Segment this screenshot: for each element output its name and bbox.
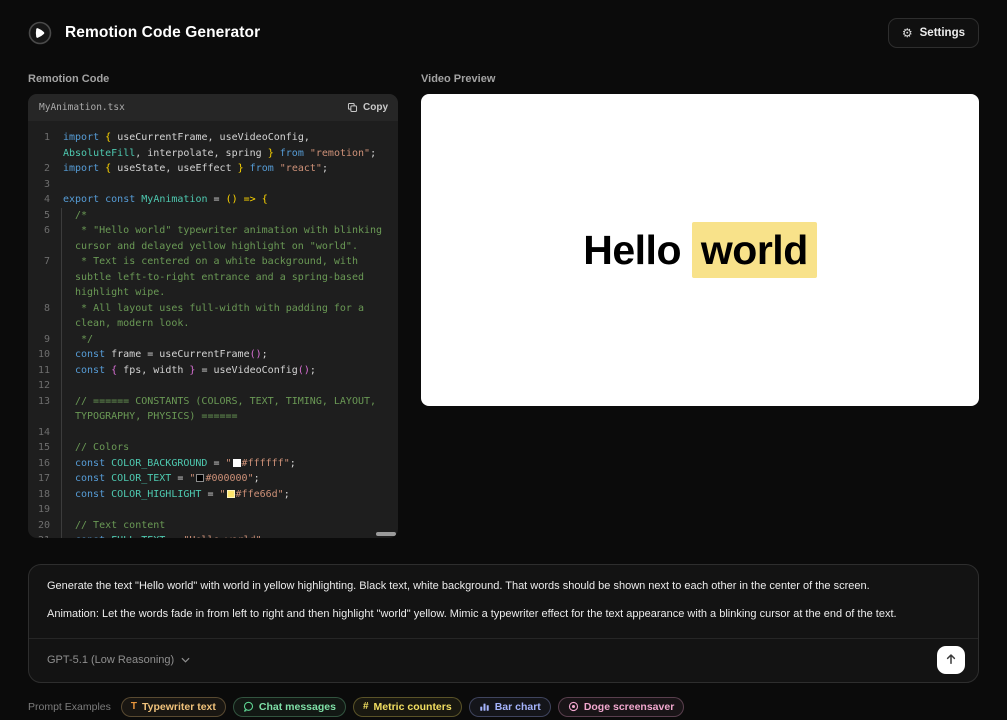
copy-button-label: Copy	[363, 102, 388, 113]
example-pill-metric-counters[interactable]: # Metric counters	[353, 697, 462, 717]
code-lines: 1import { useCurrentFrame, useVideoConfi…	[28, 130, 398, 538]
code-line: 18const COLOR_HIGHLIGHT = "#ffe66d";	[28, 487, 398, 503]
line-number: 13	[28, 394, 58, 425]
settings-button-label: Settings	[920, 27, 965, 39]
code-line: 5/*	[28, 208, 398, 224]
code-line: 13// ====== CONSTANTS (COLORS, TEXT, TIM…	[28, 394, 398, 425]
line-number: 15	[28, 440, 58, 456]
settings-button[interactable]: ⚙ Settings	[888, 18, 979, 48]
code-editor[interactable]: 1import { useCurrentFrame, useVideoConfi…	[28, 121, 398, 538]
hash-icon: #	[363, 702, 369, 712]
example-pill-typewriter-text[interactable]: T Typewriter text	[121, 697, 226, 717]
line-number: 20	[28, 518, 58, 534]
example-pill-label: Doge screensaver	[584, 701, 674, 713]
line-number: 9	[28, 332, 58, 348]
color-swatch-icon	[196, 474, 204, 482]
code-line: 16const COLOR_BACKGROUND = "#ffffff";	[28, 456, 398, 472]
model-selector-label: GPT-5.1 (Low Reasoning)	[47, 654, 174, 666]
code-line: 7 * Text is centered on a white backgrou…	[28, 254, 398, 301]
line-number: 19	[28, 502, 58, 518]
prompt-examples: Prompt Examples T Typewriter text Chat mes…	[28, 697, 979, 717]
code-line: 11const { fps, width } = useVideoConfig(…	[28, 363, 398, 379]
prompt-examples-label: Prompt Examples	[28, 701, 111, 713]
chevron-down-icon	[181, 654, 190, 666]
doge-circle-icon	[568, 701, 579, 712]
example-pill-chat-messages[interactable]: Chat messages	[233, 697, 346, 717]
line-number: 4	[28, 192, 58, 208]
line-number: 18	[28, 487, 58, 503]
example-pill-bar-chart[interactable]: Bar chart	[469, 697, 551, 717]
prompt-input[interactable]: Generate the text "Hello world" with wor…	[29, 565, 978, 638]
code-line: 10const frame = useCurrentFrame();	[28, 347, 398, 363]
arrow-up-icon	[944, 652, 958, 669]
main-content: Remotion Code MyAnimation.tsx Copy 1impo…	[0, 73, 1007, 538]
code-line: 4export const MyAnimation = () => {	[28, 192, 398, 208]
video-preview: Hello world	[421, 94, 979, 406]
code-section-label: Remotion Code	[28, 73, 398, 85]
preview-section-label: Video Preview	[421, 73, 979, 85]
prompt-card: Generate the text "Hello world" with wor…	[28, 564, 979, 683]
code-line: 19	[28, 502, 398, 518]
code-line: 21const FULL_TEXT = "Hello world";	[28, 533, 398, 538]
bar-chart-icon	[479, 701, 490, 712]
gear-icon: ⚙	[902, 27, 913, 39]
code-line: 2import { useState, useEffect } from "re…	[28, 161, 398, 177]
prompt-text-line-2: Animation: Let the words fade in from le…	[47, 607, 960, 622]
example-pill-doge-screensaver[interactable]: Doge screensaver	[558, 697, 684, 717]
line-number: 14	[28, 425, 58, 441]
page-title: Remotion Code Generator	[65, 24, 260, 42]
color-swatch-icon	[227, 490, 235, 498]
code-line: 20// Text content	[28, 518, 398, 534]
line-number: 5	[28, 208, 58, 224]
preview-highlight: world	[692, 222, 817, 278]
code-line: 6 * "Hello world" typewriter animation w…	[28, 223, 398, 254]
line-number: 10	[28, 347, 58, 363]
line-number: 12	[28, 378, 58, 394]
code-section: Remotion Code MyAnimation.tsx Copy 1impo…	[28, 73, 398, 538]
code-line: 15// Colors	[28, 440, 398, 456]
chat-bubble-icon	[243, 701, 254, 712]
example-pill-label: Typewriter text	[142, 701, 216, 713]
code-line: 12	[28, 378, 398, 394]
typewriter-icon: T	[131, 702, 137, 712]
example-pill-label: Bar chart	[495, 701, 541, 713]
code-panel-header: MyAnimation.tsx Copy	[28, 94, 398, 121]
app-header: Remotion Code Generator ⚙ Settings	[0, 0, 1007, 48]
line-number: 7	[28, 254, 58, 301]
copy-icon	[347, 102, 358, 113]
line-number: 11	[28, 363, 58, 379]
line-number: 17	[28, 471, 58, 487]
line-number: 1	[28, 130, 58, 161]
code-line: 3	[28, 177, 398, 193]
code-filename: MyAnimation.tsx	[39, 102, 125, 113]
prompt-controls: GPT-5.1 (Low Reasoning)	[29, 638, 978, 682]
preview-section: Video Preview Hello world	[421, 73, 979, 538]
code-panel: MyAnimation.tsx Copy 1import { useCurren…	[28, 94, 398, 538]
preview-text: Hello world	[583, 227, 816, 274]
color-swatch-icon	[233, 459, 241, 467]
horizontal-scrollbar-thumb[interactable]	[376, 532, 396, 536]
remotion-logo-icon	[28, 21, 52, 45]
example-pill-label: Chat messages	[259, 701, 336, 713]
code-line: 9 */	[28, 332, 398, 348]
preview-plain-text: Hello	[583, 227, 681, 273]
code-line: 1import { useCurrentFrame, useVideoConfi…	[28, 130, 398, 161]
line-number: 3	[28, 177, 58, 193]
model-selector[interactable]: GPT-5.1 (Low Reasoning)	[47, 654, 190, 666]
line-number: 8	[28, 301, 58, 332]
line-number: 16	[28, 456, 58, 472]
code-line: 8 * All layout uses full-width with padd…	[28, 301, 398, 332]
code-line: 14	[28, 425, 398, 441]
line-number: 21	[28, 533, 58, 538]
copy-button[interactable]: Copy	[347, 102, 388, 113]
line-number: 2	[28, 161, 58, 177]
prompt-text-line-1: Generate the text "Hello world" with wor…	[47, 579, 960, 594]
line-number: 6	[28, 223, 58, 254]
code-line: 17const COLOR_TEXT = "#000000";	[28, 471, 398, 487]
prompt-examples-list: T Typewriter text Chat messages # Metric cou…	[121, 697, 684, 717]
example-pill-label: Metric counters	[374, 701, 452, 713]
send-button[interactable]	[937, 646, 965, 674]
